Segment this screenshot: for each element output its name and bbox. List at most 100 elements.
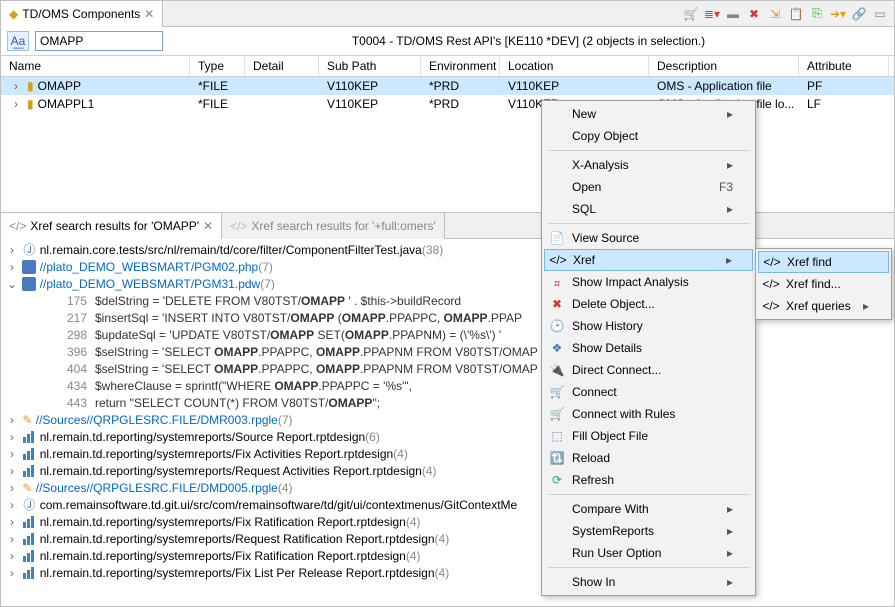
tree-row[interactable]: 434$whereClause = sprintf("WHERE OMAPP.P…	[1, 377, 894, 394]
expander-icon[interactable]: ›	[5, 498, 19, 512]
menu-item[interactable]: 🛒Connect	[544, 381, 753, 403]
menu-item[interactable]: OpenF3	[544, 176, 753, 198]
menu-item[interactable]: ✖Delete Object...	[544, 293, 753, 315]
grid-body: ›▮OMAPP*FILEV110KEP*PRDV110KEPOMS - Appl…	[1, 77, 894, 113]
menu-item[interactable]: 🔃Reload	[544, 447, 753, 469]
tree-label: nl.remain.td.reporting/systemreports/Req…	[40, 532, 435, 546]
menu-item[interactable]: 🔌Direct Connect...	[544, 359, 753, 381]
col-loc[interactable]: Location	[500, 56, 649, 76]
menu-label: Open	[572, 180, 601, 194]
menu-item[interactable]: SystemReports▸	[544, 520, 753, 542]
menu-item[interactable]: New▸	[544, 103, 753, 125]
tree-row[interactable]: 396$selString = 'SELECT OMAPP.PPAPPC, OM…	[1, 343, 894, 360]
menu-item[interactable]: </>Xref▸	[544, 249, 753, 271]
chart-icon	[22, 430, 36, 444]
xref-tab-active[interactable]: </> Xref search results for 'OMAPP' ✕	[1, 213, 222, 239]
expander-icon[interactable]: ›	[5, 515, 19, 529]
tree-row[interactable]: 443return "SELECT COUNT(*) FROM V80TST/O…	[1, 394, 894, 411]
menu-item[interactable]: </>Xref queries▸	[758, 295, 889, 317]
expander-icon[interactable]: ›	[5, 243, 19, 257]
match-count: (4)	[406, 549, 421, 563]
link-icon[interactable]: 🔗	[851, 6, 867, 22]
chart-icon	[22, 447, 36, 461]
expander-icon[interactable]: ›	[5, 532, 19, 546]
expander-icon[interactable]: ›	[5, 481, 19, 495]
table-row[interactable]: ›▮OMAPPL1*FILEV110KEP*PRDV110KEPOMS - Ap…	[1, 95, 894, 113]
tree-row[interactable]: 298$updateSql = 'UPDATE V80TST/OMAPP SET…	[1, 326, 894, 343]
tree-row[interactable]: › nl.remain.td.reporting/systemreports/F…	[1, 445, 894, 462]
remove-icon[interactable]: ✖	[746, 6, 762, 22]
expander-icon[interactable]: ›	[5, 447, 19, 461]
col-detail[interactable]: Detail	[245, 56, 319, 76]
export-icon[interactable]: ⇲	[767, 6, 783, 22]
menu-label: Show Details	[572, 341, 642, 355]
close-icon[interactable]: ✕	[203, 219, 213, 233]
expander-icon[interactable]: ›	[9, 79, 23, 93]
expander-icon[interactable]: ›	[5, 566, 19, 580]
copy-icon[interactable]: 📋	[788, 6, 804, 22]
col-name[interactable]: Name	[1, 56, 190, 76]
tree-row[interactable]: › nl.remain.td.reporting/systemreports/F…	[1, 513, 894, 530]
arrow-icon[interactable]: ➜▾	[830, 6, 846, 22]
col-env[interactable]: Environment	[421, 56, 500, 76]
menu-item[interactable]: Run User Option▸	[544, 542, 753, 564]
menu-label: Xref find	[787, 255, 832, 269]
menu-label: Copy Object	[572, 129, 638, 143]
tree-row[interactable]: 404$selString = 'SELECT OMAPP.PPAPPC, OM…	[1, 360, 894, 377]
compare-icon[interactable]: ⎘	[809, 6, 825, 22]
tree-row[interactable]: › nl.remain.td.reporting/systemreports/R…	[1, 530, 894, 547]
tree-row[interactable]: › Ⓙ com.remainsoftware.td.git.ui/src/com…	[1, 496, 894, 513]
filter-toggle[interactable]: A͟a	[7, 31, 29, 51]
top-tab-bar: ◆ TD/OMS Components ✕ 🛒 ≣▾ ▬ ✖ ⇲ 📋 ⎘ ➜▾ …	[1, 1, 894, 27]
list-icon[interactable]: ≣▾	[704, 6, 720, 22]
cart-icon[interactable]: 🛒	[683, 6, 699, 22]
table-row[interactable]: ›▮OMAPP*FILEV110KEP*PRDV110KEPOMS - Appl…	[1, 77, 894, 95]
menu-item[interactable]: 🛒Connect with Rules	[544, 403, 753, 425]
expander-icon[interactable]: ›	[5, 464, 19, 478]
menu-item[interactable]: ᎓᎓Show Impact Analysis	[544, 271, 753, 293]
col-subpath[interactable]: Sub Path	[319, 56, 421, 76]
menu-item[interactable]: Copy Object	[544, 125, 753, 147]
expander-icon[interactable]: ›	[5, 413, 19, 427]
tree-label: nl.remain.td.reporting/systemreports/Fix…	[40, 447, 393, 461]
expander-icon[interactable]: ⌄	[5, 277, 19, 291]
components-tab[interactable]: ◆ TD/OMS Components ✕	[1, 1, 163, 27]
expander-icon[interactable]: ›	[5, 549, 19, 563]
tree-row[interactable]: › nl.remain.td.reporting/systemreports/F…	[1, 564, 894, 581]
tree-row[interactable]: › nl.remain.td.reporting/systemreports/F…	[1, 547, 894, 564]
chart-icon	[22, 566, 36, 580]
menu-item[interactable]: ❖Show Details	[544, 337, 753, 359]
xref-tab-inactive[interactable]: </> Xref search results for '+full:omers…	[222, 213, 445, 239]
row-name: OMAPPL1	[38, 97, 95, 111]
menu-item[interactable]: X-Analysis▸	[544, 154, 753, 176]
menu-icon: 🔌	[548, 362, 566, 378]
menu-icon	[548, 179, 566, 195]
col-attr[interactable]: Attribute	[799, 56, 889, 76]
menu-item[interactable]: 📄View Source	[544, 227, 753, 249]
tree-row[interactable]: › ✎ //Sources//QRPGLESRC.FILE/DMR003.rpg…	[1, 411, 894, 428]
menu-item[interactable]: Compare With▸	[544, 498, 753, 520]
pencil-icon: ✎	[22, 481, 32, 495]
col-desc[interactable]: Description	[649, 56, 799, 76]
expander-icon[interactable]: ›	[5, 430, 19, 444]
menu-item[interactable]: SQL▸	[544, 198, 753, 220]
menu-item[interactable]: ⟳Refresh	[544, 469, 753, 491]
menu-label: Xref queries	[786, 299, 851, 313]
menu-item[interactable]: Show In▸	[544, 571, 753, 593]
menu-item[interactable]: </>Xref find	[758, 251, 889, 273]
expander-icon[interactable]: ›	[9, 97, 23, 111]
col-type[interactable]: Type	[190, 56, 245, 76]
menu-item[interactable]: 🕑Show History	[544, 315, 753, 337]
close-icon[interactable]: ✕	[144, 7, 154, 21]
tree-row[interactable]: › nl.remain.td.reporting/systemreports/R…	[1, 462, 894, 479]
menu-item[interactable]: ⬚Fill Object File	[544, 425, 753, 447]
filter-input[interactable]	[35, 31, 163, 51]
page-icon[interactable]: ▭	[872, 6, 888, 22]
collapse-icon[interactable]: ▬	[725, 6, 741, 22]
menu-item[interactable]: </>Xref find...	[758, 273, 889, 295]
menu-icon	[548, 523, 566, 539]
tree-row[interactable]: › nl.remain.td.reporting/systemreports/S…	[1, 428, 894, 445]
view-toolbar: 🛒 ≣▾ ▬ ✖ ⇲ 📋 ⎘ ➜▾ 🔗 ▭	[683, 6, 894, 22]
expander-icon[interactable]: ›	[5, 260, 19, 274]
tree-row[interactable]: › ✎ //Sources//QRPGLESRC.FILE/DMD005.rpg…	[1, 479, 894, 496]
